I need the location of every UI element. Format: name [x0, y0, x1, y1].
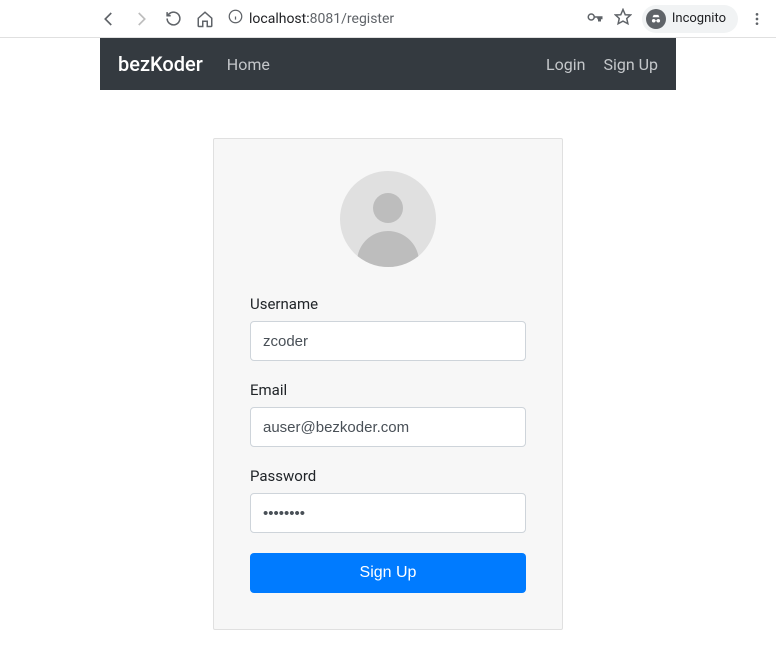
email-input[interactable] [250, 407, 526, 447]
signup-button[interactable]: Sign Up [250, 553, 526, 593]
username-input[interactable] [250, 321, 526, 361]
page-content: Username Email Password Sign Up [0, 90, 776, 630]
register-card: Username Email Password Sign Up [213, 138, 563, 630]
star-icon[interactable] [614, 8, 632, 30]
nav-home[interactable]: Home [227, 55, 270, 74]
browser-toolbar: localhost:8081/register Incognito [0, 0, 776, 38]
home-icon[interactable] [196, 10, 214, 28]
nav-signup[interactable]: Sign Up [603, 55, 658, 74]
avatar-wrap [250, 171, 526, 267]
menu-dots-icon[interactable] [748, 10, 766, 28]
username-label: Username [250, 295, 526, 313]
password-group: Password [250, 467, 526, 533]
password-label: Password [250, 467, 526, 485]
url-text: localhost:8081/register [249, 11, 394, 27]
app-navbar: bezKoder Home Login Sign Up [100, 38, 676, 90]
address-bar[interactable]: localhost:8081/register [228, 9, 572, 28]
back-icon[interactable] [100, 10, 118, 28]
password-input[interactable] [250, 493, 526, 533]
incognito-label: Incognito [672, 11, 726, 26]
email-group: Email [250, 381, 526, 447]
key-icon[interactable] [586, 8, 604, 30]
username-group: Username [250, 295, 526, 361]
site-info-icon[interactable] [228, 9, 243, 28]
avatar-icon [340, 171, 436, 267]
brand-logo[interactable]: bezKoder [118, 52, 203, 76]
browser-right-controls: Incognito [586, 5, 766, 33]
incognito-icon [646, 9, 666, 29]
nav-login[interactable]: Login [546, 55, 585, 74]
incognito-badge[interactable]: Incognito [642, 5, 738, 33]
email-label: Email [250, 381, 526, 399]
nav-arrows [100, 10, 214, 28]
reload-icon[interactable] [164, 10, 182, 28]
forward-icon[interactable] [132, 10, 150, 28]
